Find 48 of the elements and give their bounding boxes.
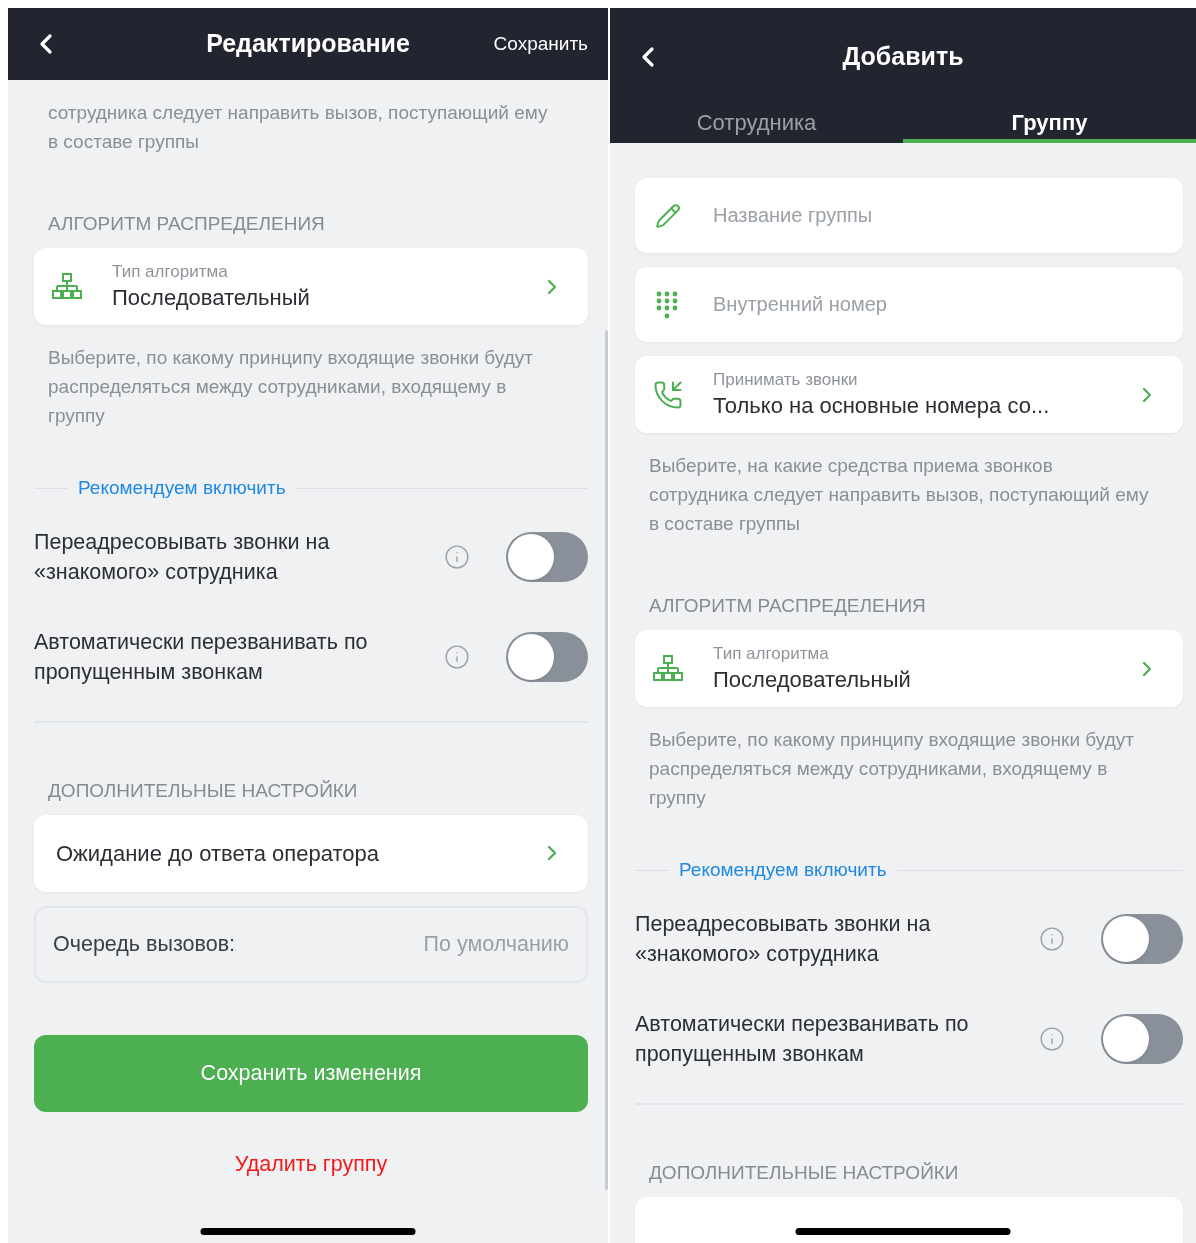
description-text: Выберите, на какие средства приема звонков сотрудника следует направить вызов, поступающий ему в составе группы xyxy=(649,454,1149,536)
toggle-switch[interactable] xyxy=(506,631,588,682)
description-text: Выберите, по какому принципу входящие звонки будут распределяться между сотрудниками, входящему в группу xyxy=(649,728,1135,810)
tab[interactable]: Группу xyxy=(903,106,1196,143)
delete-group-link[interactable]: Удалить группу xyxy=(234,1147,388,1180)
section-heading: АЛГОРИТМ РАСПРЕДЕЛЕНИЯ xyxy=(648,594,927,618)
section-heading: ДОПОЛНИТЕЛЬНЫЕ НАСТРОЙКИ xyxy=(47,778,359,803)
field-label: Тип алгоритма xyxy=(112,260,229,283)
recommend-label: Рекомендуем включить xyxy=(679,858,887,882)
hierarchy-icon xyxy=(653,653,683,684)
recommend-label: Рекомендуем включить xyxy=(78,476,286,500)
field-label: Тип алгоритма xyxy=(713,642,830,665)
description-text: сотрудника следует направить вызов, поступающий ему в составе группы xyxy=(48,101,548,154)
section-heading: ДОПОЛНИТЕЛЬНЫЕ НАСТРОЙКИ xyxy=(648,1160,960,1185)
select-card[interactable]: Тип алгоритма Последовательный xyxy=(635,630,1183,707)
incoming-call-icon xyxy=(653,379,683,410)
toggle-label: Автоматически перезванивать по пропущенным звонкам xyxy=(635,1010,970,1068)
input-field[interactable]: Название группы xyxy=(635,178,1183,253)
info-icon[interactable] xyxy=(1039,1025,1065,1052)
screen-title: Редактирование xyxy=(206,28,410,60)
toggle-label: Переадресовывать звонки на «знакомого» сотрудника xyxy=(34,528,331,586)
info-icon[interactable] xyxy=(444,643,470,670)
field-value: Последовательный xyxy=(713,665,912,694)
settings-card[interactable]: Ожидание до ответа оператора xyxy=(34,814,588,892)
toggle-label: Переадресовывать звонки на «знакомого» сотрудника xyxy=(635,910,932,968)
field-value: Только на основные номера со... xyxy=(713,391,1051,420)
input-field[interactable]: Внутренний номер xyxy=(635,267,1183,342)
info-icon[interactable] xyxy=(1039,925,1065,952)
queue-card[interactable]: Очередь вызовов: По умолчанию xyxy=(34,905,588,983)
pencil-icon xyxy=(655,202,681,229)
info-icon[interactable] xyxy=(444,543,470,570)
toggle-switch[interactable] xyxy=(506,531,588,582)
hierarchy-icon xyxy=(52,271,82,302)
tab[interactable]: Сотрудника xyxy=(610,106,903,143)
field-value: Последовательный xyxy=(112,283,311,312)
select-card[interactable]: Тип алгоритма Последовательный xyxy=(34,248,588,325)
toggle-switch[interactable] xyxy=(1101,913,1183,964)
select-card[interactable]: Принимать звонки Только на основные номера со... xyxy=(635,356,1183,433)
dialpad-icon xyxy=(655,289,679,320)
save-link[interactable]: Сохранить xyxy=(493,29,588,59)
section-heading: АЛГОРИТМ РАСПРЕДЕЛЕНИЯ xyxy=(47,212,326,236)
field-label: Принимать звонки xyxy=(713,368,859,391)
queue-value: По умолчанию xyxy=(423,930,569,958)
toggle-switch[interactable] xyxy=(1101,1013,1183,1064)
screen-title: Добавить xyxy=(842,41,964,73)
description-text: Выберите, по какому принципу входящие звонки будут распределяться между сотрудниками, входящему в группу xyxy=(48,346,534,428)
queue-label: Очередь вызовов: xyxy=(53,930,237,958)
toggle-label: Автоматически перезванивать по пропущенным звонкам xyxy=(34,628,369,686)
